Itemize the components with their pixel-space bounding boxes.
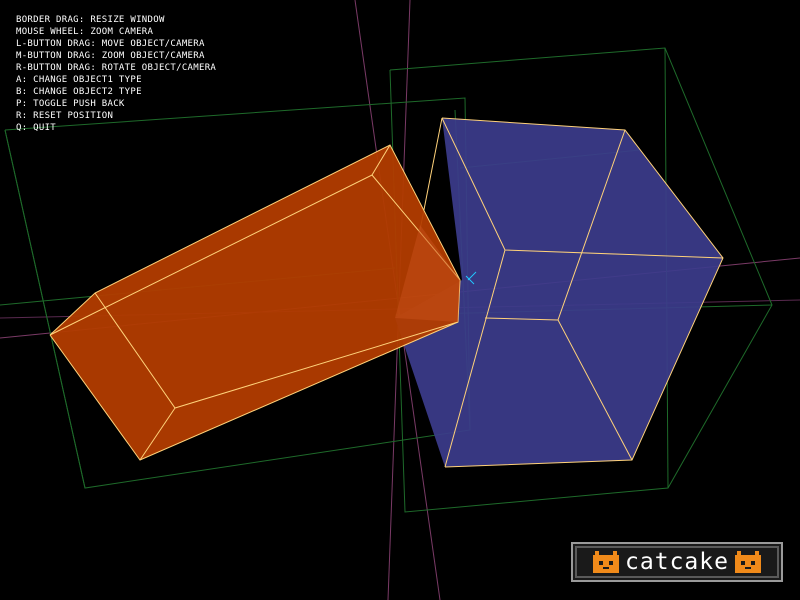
help-line: MOUSE WHEEL: ZOOM CAMERA	[16, 27, 154, 37]
cat-face-icon	[593, 551, 620, 573]
help-line: R-BUTTON DRAG: ROTATE OBJECT/CAMERA	[16, 63, 217, 73]
help-line: B: CHANGE OBJECT2 TYPE	[16, 87, 142, 97]
help-line: BORDER DRAG: RESIZE WINDOW	[16, 15, 165, 25]
help-line: Q: QUIT	[16, 123, 57, 133]
controls-help: BORDER DRAG: RESIZE WINDOW MOUSE WHEEL: …	[16, 14, 216, 134]
help-line: A: CHANGE OBJECT1 TYPE	[16, 75, 142, 85]
object1-box[interactable]	[49, 144, 461, 461]
catcake-logo: catcake	[571, 542, 783, 582]
help-line: R: RESET POSITION	[16, 111, 114, 121]
help-line: P: TOGGLE PUSH BACK	[16, 99, 125, 109]
help-line: M-BUTTON DRAG: ZOOM OBJECT/CAMERA	[16, 51, 205, 61]
help-line: L-BUTTON DRAG: MOVE OBJECT/CAMERA	[16, 39, 205, 49]
logo-text: catcake	[625, 549, 729, 575]
cat-face-icon	[734, 551, 761, 573]
